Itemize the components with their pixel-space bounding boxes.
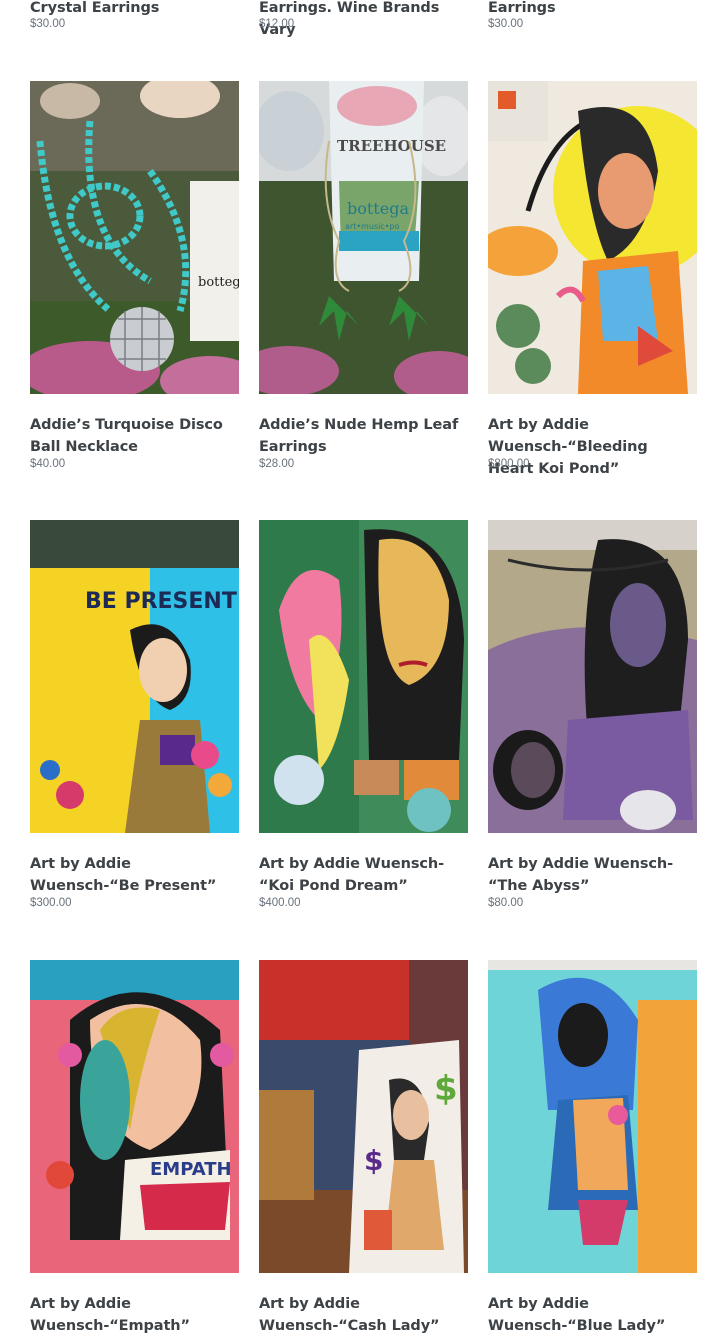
- product-price: $40.00: [30, 458, 66, 470]
- product-title[interactable]: Art by Addie Wuensch-“Empath”: [30, 1293, 239, 1337]
- koi-pond-dream-painting: [259, 520, 468, 833]
- product-title[interactable]: Art by Addie Wuensch- “Koi Pond Dream”: [259, 853, 468, 897]
- product-price: $400.00: [259, 897, 301, 909]
- product-title[interactable]: Art by Addie Wuensch- “The Abyss”: [488, 853, 697, 897]
- empath-text: EMPATH: [150, 1159, 232, 1180]
- dollar-sign-icon: $: [364, 1144, 383, 1177]
- dollar-sign-icon: $: [434, 1069, 458, 1109]
- be-present-painting: BE PRESENT: [30, 520, 239, 833]
- product-image-blue-lady[interactable]: [488, 960, 697, 1273]
- product-image-hemp-earrings[interactable]: TREEHOUSE bottega art•music•po: [259, 81, 468, 394]
- abyss-painting: [488, 520, 697, 833]
- product-image-koi-pond-dream[interactable]: [259, 520, 468, 833]
- product-image-cash-lady[interactable]: $ $: [259, 960, 468, 1273]
- product-title[interactable]: Addie’s Nude Hemp Leaf Earrings: [259, 414, 468, 458]
- bottega-label: bottega: [198, 275, 239, 290]
- product-title[interactable]: Art by Addie Wuensch-“Blue Lady”: [488, 1293, 697, 1337]
- koi-pond-painting: [488, 81, 697, 394]
- product-title[interactable]: Art by Addie Wuensch-“Bleeding Heart Koi…: [488, 414, 697, 480]
- product-title[interactable]: Earrings: [488, 0, 697, 19]
- art-music-label: art•music•po: [345, 222, 399, 231]
- product-price: $12.00: [259, 18, 295, 30]
- product-image-be-present[interactable]: BE PRESENT: [30, 520, 239, 833]
- be-present-text: BE PRESENT: [85, 589, 237, 614]
- product-image-empath[interactable]: EMPATH: [30, 960, 239, 1273]
- product-title[interactable]: Addie’s Turquoise Disco Ball Necklace: [30, 414, 239, 458]
- product-price: $80.00: [488, 897, 524, 909]
- product-price: $30.00: [30, 18, 66, 30]
- product-image-bleeding-heart-koi[interactable]: [488, 81, 697, 394]
- product-title[interactable]: Crystal Earrings: [30, 0, 239, 19]
- product-image-turquoise-necklace[interactable]: bottega: [30, 81, 239, 394]
- bottega-label: bottega: [347, 199, 409, 218]
- treehouse-label: TREEHOUSE: [337, 137, 446, 155]
- product-title[interactable]: Art by Addie Wuensch-“Cash Lady”: [259, 1293, 468, 1337]
- product-image-the-abyss[interactable]: [488, 520, 697, 833]
- cash-lady-painting: $ $: [259, 960, 468, 1273]
- product-price: $300.00: [30, 897, 72, 909]
- product-price: $30.00: [488, 18, 524, 30]
- product-title[interactable]: Art by Addie Wuensch-“Be Present”: [30, 853, 239, 897]
- empath-painting: EMPATH: [30, 960, 239, 1273]
- product-price: $28.00: [259, 458, 295, 470]
- product-price: $800.00: [488, 458, 530, 470]
- blue-lady-painting: [488, 960, 697, 1273]
- necklace-photo: bottega: [30, 81, 239, 394]
- earrings-photo: TREEHOUSE bottega art•music•po: [259, 81, 468, 394]
